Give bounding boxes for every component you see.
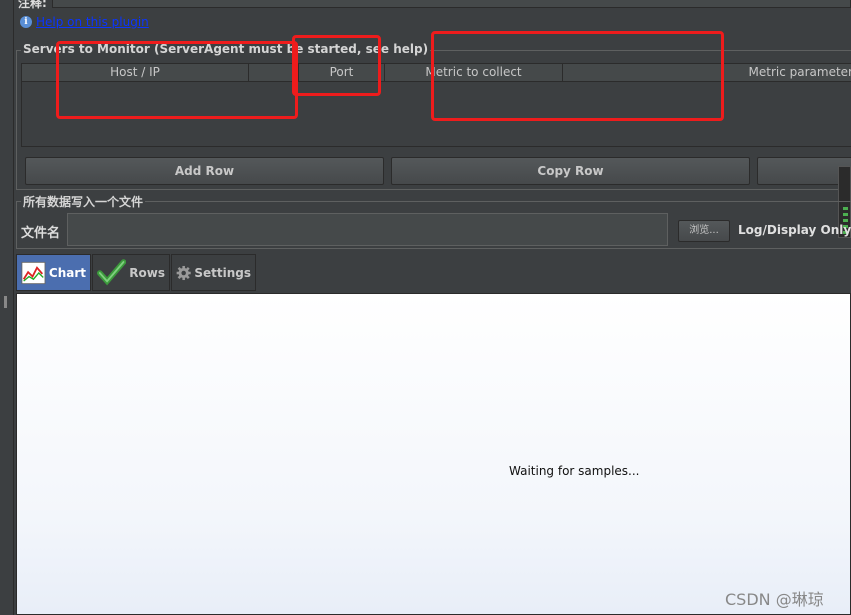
splitter-handle[interactable]	[4, 296, 7, 308]
column-header-metric[interactable]: Metric to collect	[385, 64, 563, 82]
copy-row-button[interactable]: Copy Row	[391, 157, 750, 185]
left-panel-strip	[0, 0, 14, 615]
file-output-panel: 所有数据写入一个文件 文件名 浏览... Log/Display Only:	[16, 193, 851, 249]
log-display-only-label: Log/Display Only:	[738, 223, 851, 237]
column-header-spacer-2	[563, 64, 643, 82]
servers-to-monitor-panel: Servers to Monitor (ServerAgent must be …	[16, 42, 851, 190]
tab-chart[interactable]: Chart	[16, 254, 91, 291]
help-link[interactable]: Help on this plugin	[36, 15, 149, 29]
tab-rows-label: Rows	[129, 265, 165, 280]
filename-label: 文件名	[21, 226, 61, 241]
file-legend: 所有数据写入一个文件	[21, 193, 146, 210]
tab-bar: Chart Rows Settings	[16, 254, 257, 291]
comment-label: 注释:	[18, 0, 47, 10]
delete-row-button[interactable]	[757, 157, 851, 185]
column-header-spacer	[249, 64, 299, 82]
chart-icon	[21, 261, 46, 284]
watermark: CSDN @琳琼	[725, 590, 824, 609]
servers-legend: Servers to Monitor (ServerAgent must be …	[21, 42, 431, 56]
comment-field[interactable]	[52, 0, 851, 8]
tab-chart-label: Chart	[48, 265, 86, 280]
column-header-port[interactable]: Port	[299, 64, 385, 82]
filename-input[interactable]	[67, 213, 668, 246]
info-icon: i	[20, 16, 32, 28]
waiting-status: Waiting for samples...	[509, 464, 640, 478]
tab-rows[interactable]: Rows	[92, 254, 170, 291]
browse-button[interactable]: 浏览...	[678, 220, 730, 242]
servers-table[interactable]: Host / IP Port Metric to collect Metric …	[21, 63, 851, 147]
help-row: i Help on this plugin	[20, 14, 149, 30]
column-header-metric-parameter[interactable]: Metric parameter	[643, 64, 851, 82]
table-header: Host / IP Port Metric to collect Metric …	[22, 64, 851, 82]
gear-icon	[176, 265, 191, 280]
chart-canvas[interactable]: Waiting for samples...	[16, 293, 851, 615]
tab-settings-label: Settings	[194, 265, 251, 280]
tab-settings[interactable]: Settings	[171, 254, 256, 291]
add-row-button[interactable]: Add Row	[25, 157, 384, 185]
column-header-host[interactable]: Host / IP	[22, 64, 249, 82]
checkmark-icon	[97, 258, 127, 285]
